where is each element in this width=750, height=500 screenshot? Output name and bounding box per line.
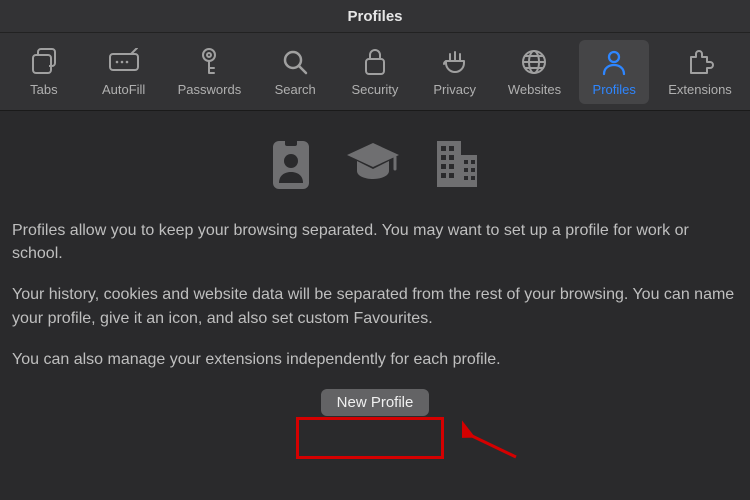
tab-label: Passwords — [178, 82, 242, 97]
tab-profiles[interactable]: Profiles — [579, 40, 649, 104]
tab-label: Tabs — [30, 82, 57, 97]
privacy-icon — [439, 46, 471, 78]
graduation-cap-icon — [345, 139, 401, 191]
security-icon — [359, 46, 391, 78]
annotation-arrow — [462, 417, 522, 463]
badge-icon — [271, 139, 311, 191]
tabs-icon — [28, 46, 60, 78]
profiles-description-1: Profiles allow you to keep your browsing… — [12, 219, 738, 265]
profiles-description-3: You can also manage your extensions inde… — [12, 348, 738, 371]
websites-icon — [518, 46, 550, 78]
tab-search[interactable]: Search — [260, 40, 330, 104]
extensions-icon — [684, 46, 716, 78]
window-title: Profiles — [347, 8, 402, 25]
autofill-icon — [108, 46, 140, 78]
preferences-toolbar: Tabs AutoFill — [0, 33, 750, 111]
tab-label: Profiles — [593, 82, 636, 97]
profiles-icon — [598, 46, 630, 78]
profiles-content: Profiles allow you to keep your browsing… — [0, 111, 750, 500]
search-icon — [279, 46, 311, 78]
tab-passwords[interactable]: Passwords — [168, 40, 250, 104]
building-icon — [435, 139, 479, 191]
window-titlebar: Profiles — [0, 0, 750, 33]
tab-label: Extensions — [668, 82, 732, 97]
new-profile-button[interactable]: New Profile — [321, 389, 430, 416]
annotation-highlight — [296, 417, 444, 459]
tab-websites[interactable]: Websites — [499, 40, 569, 104]
tab-extensions[interactable]: Extensions — [659, 40, 741, 104]
profiles-description-2: Your history, cookies and website data w… — [12, 283, 738, 329]
tab-tabs[interactable]: Tabs — [9, 40, 79, 104]
tab-label: Security — [351, 82, 398, 97]
preferences-window: Profiles Tabs AutoFill — [0, 0, 750, 500]
tab-security[interactable]: Security — [340, 40, 410, 104]
tab-label: AutoFill — [102, 82, 145, 97]
illustration-row — [12, 139, 738, 191]
tab-label: Search — [275, 82, 316, 97]
tab-label: Websites — [508, 82, 561, 97]
tab-privacy[interactable]: Privacy — [420, 40, 490, 104]
passwords-icon — [193, 46, 225, 78]
tab-autofill[interactable]: AutoFill — [89, 40, 159, 104]
tab-label: Privacy — [433, 82, 476, 97]
